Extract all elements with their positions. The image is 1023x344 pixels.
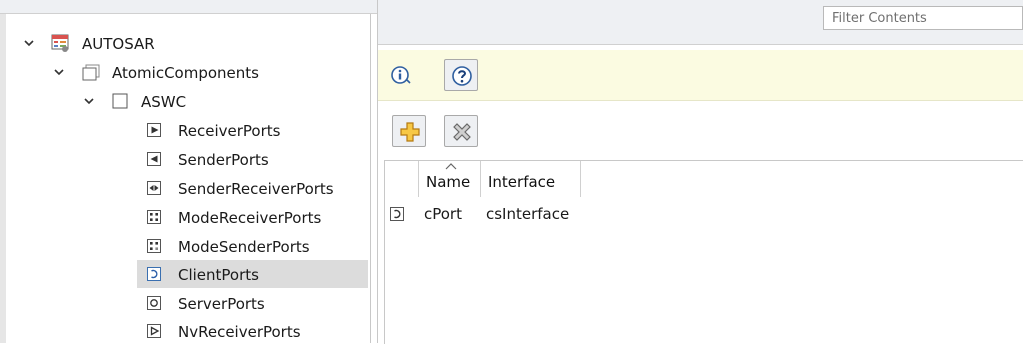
server-port-icon xyxy=(147,296,161,310)
tree-node-label: ClientPorts xyxy=(178,266,259,284)
info-icon[interactable] xyxy=(390,65,412,87)
column-divider xyxy=(580,161,581,197)
tree-node-label: NvReceiverPorts xyxy=(178,323,301,341)
receiver-port-icon xyxy=(147,123,161,137)
tree-node-label: SenderReceiverPorts xyxy=(178,180,334,198)
tree-divider xyxy=(370,14,371,343)
tree-node-receiver-ports[interactable]: ReceiverPorts xyxy=(0,117,370,143)
tree-node-nv-receiver-ports[interactable]: NvReceiverPorts xyxy=(0,318,370,343)
column-header-name[interactable]: Name xyxy=(418,161,480,197)
tree-node-label: ModeSenderPorts xyxy=(178,238,310,256)
tree-node-label: ModeReceiverPorts xyxy=(178,209,322,227)
nv-receiver-port-icon xyxy=(147,324,161,338)
add-icon xyxy=(400,122,420,142)
sender-port-icon xyxy=(147,152,161,166)
chevron-down-icon[interactable] xyxy=(24,38,34,48)
tree-node-mode-receiver-ports[interactable]: ModeReceiverPorts xyxy=(0,204,370,230)
tree-node-client-ports[interactable]: ClientPorts xyxy=(137,260,368,288)
add-button[interactable] xyxy=(392,115,426,147)
tree-node-label: AUTOSAR xyxy=(82,35,155,53)
filter-contents-input[interactable] xyxy=(823,6,1023,30)
sort-ascending-icon xyxy=(445,163,457,170)
autosar-package-icon xyxy=(51,34,69,52)
mode-sender-port-icon xyxy=(147,239,161,253)
tree-node-label: AtomicComponents xyxy=(112,64,259,82)
column-header-label: Interface xyxy=(488,173,556,191)
chevron-down-icon[interactable] xyxy=(54,67,64,77)
tree-node-label: ASWC xyxy=(141,93,187,111)
tree-node-atomic-components[interactable]: AtomicComponents xyxy=(0,59,370,85)
client-port-icon xyxy=(147,267,161,281)
tree-node-sender-ports[interactable]: SenderPorts xyxy=(0,146,370,172)
ports-table: Name Interface cPort csInterface xyxy=(384,160,1023,344)
port-interface-cell: csInterface xyxy=(486,205,570,223)
component-icon xyxy=(112,93,128,109)
tree-panel: AUTOSAR AtomicComponents ASWC ReceiverPo… xyxy=(0,0,378,343)
help-icon xyxy=(452,66,472,86)
delete-icon xyxy=(453,123,471,141)
column-header-label: Name xyxy=(426,173,471,191)
content-header xyxy=(378,0,1023,45)
tree-node-label: ServerPorts xyxy=(178,295,265,313)
sender-receiver-port-icon xyxy=(147,181,161,195)
tree-node-label: ReceiverPorts xyxy=(178,122,281,140)
content-panel: Name Interface cPort csInterface xyxy=(378,0,1023,344)
folder-icon xyxy=(82,64,100,81)
client-port-icon xyxy=(390,207,404,221)
column-header-interface[interactable]: Interface xyxy=(480,161,580,197)
table-row[interactable]: cPort csInterface xyxy=(385,201,1023,227)
tree-node-label: SenderPorts xyxy=(178,151,269,169)
toolbar xyxy=(378,107,1023,153)
tree-node-mode-sender-ports[interactable]: ModeSenderPorts xyxy=(0,233,370,259)
info-bar xyxy=(378,50,1023,101)
tree-node-server-ports[interactable]: ServerPorts xyxy=(0,290,370,316)
tree-header xyxy=(0,0,377,14)
port-name-cell: cPort xyxy=(424,205,462,223)
delete-button[interactable] xyxy=(444,115,478,147)
tree-node-aswc[interactable]: ASWC xyxy=(0,88,370,114)
tree-node-autosar[interactable]: AUTOSAR xyxy=(0,30,370,56)
chevron-down-icon[interactable] xyxy=(84,96,94,106)
help-button[interactable] xyxy=(444,59,478,91)
mode-receiver-port-icon xyxy=(147,210,161,224)
tree-node-sender-receiver-ports[interactable]: SenderReceiverPorts xyxy=(0,175,370,201)
